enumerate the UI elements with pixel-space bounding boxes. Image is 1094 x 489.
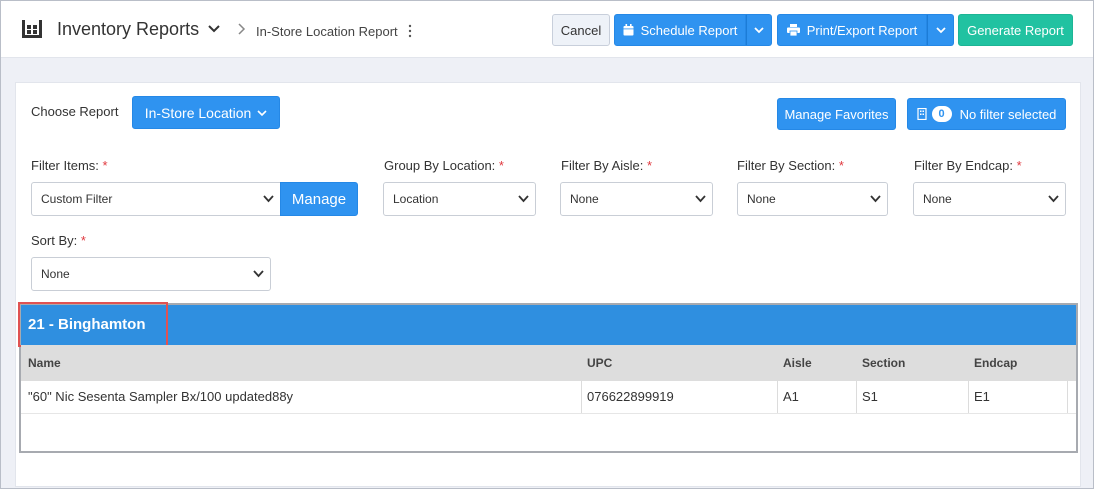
highlight-annotation bbox=[18, 302, 168, 347]
location-header: 21 - Binghamton bbox=[18, 302, 1076, 347]
column-divider bbox=[581, 381, 582, 413]
column-divider bbox=[1067, 381, 1068, 413]
generate-report-button[interactable]: Generate Report bbox=[958, 14, 1073, 46]
required-mark: * bbox=[1016, 158, 1022, 173]
group-by-location-label-text: Group By Location: bbox=[384, 158, 496, 173]
group-by-location-value: Location bbox=[393, 192, 439, 206]
manage-filter-button[interactable]: Manage bbox=[280, 182, 358, 216]
required-mark: * bbox=[498, 158, 504, 173]
print-export-dropdown[interactable] bbox=[927, 14, 954, 46]
report-card: Choose Report In-Store Location Manage F… bbox=[15, 82, 1081, 487]
choose-report-label: Choose Report bbox=[31, 104, 119, 119]
column-header-name[interactable]: Name bbox=[28, 356, 61, 370]
table-header: Name UPC Aisle Section Endcap bbox=[21, 345, 1076, 381]
cell-upc: 076622899919 bbox=[587, 389, 674, 404]
column-divider bbox=[777, 381, 778, 413]
filter-by-endcap-label-text: Filter By Endcap: bbox=[914, 158, 1013, 173]
choose-report-dropdown[interactable]: In-Store Location bbox=[132, 96, 280, 129]
printer-icon bbox=[786, 24, 800, 36]
filter-by-aisle-select[interactable]: None bbox=[560, 182, 713, 216]
cell-aisle: A1 bbox=[783, 389, 799, 404]
required-mark: * bbox=[80, 233, 86, 248]
chevron-down-icon bbox=[870, 195, 881, 203]
location-group: 21 - Binghamton Name UPC Aisle Section E… bbox=[18, 302, 1078, 453]
filter-status-label: No filter selected bbox=[959, 106, 1057, 122]
column-header-aisle[interactable]: Aisle bbox=[783, 356, 812, 370]
required-mark: * bbox=[102, 158, 108, 173]
filter-status-button[interactable]: 0 No filter selected bbox=[907, 98, 1066, 130]
table-row[interactable]: "60" Nic Sesenta Sampler Bx/100 updated8… bbox=[21, 381, 1076, 413]
filter-by-endcap-label: Filter By Endcap: * bbox=[914, 158, 1022, 173]
sort-by-select[interactable]: None bbox=[31, 257, 271, 291]
warehouse-icon bbox=[22, 20, 42, 38]
filter-by-aisle-label: Filter By Aisle: * bbox=[561, 158, 652, 173]
manage-favorites-button[interactable]: Manage Favorites bbox=[777, 98, 896, 130]
chevron-down-icon bbox=[263, 195, 274, 203]
top-header: Inventory Reports In-Store Location Repo… bbox=[1, 1, 1093, 58]
chevron-down-icon[interactable] bbox=[207, 23, 221, 35]
manage-favorites-label: Manage Favorites bbox=[784, 106, 889, 122]
cell-endcap: E1 bbox=[974, 389, 990, 404]
filter-by-section-select[interactable]: None bbox=[737, 182, 888, 216]
sort-by-label: Sort By: * bbox=[31, 233, 86, 248]
chevron-down-icon bbox=[1048, 195, 1059, 203]
cancel-button[interactable]: Cancel bbox=[552, 14, 610, 46]
filter-building-icon bbox=[916, 108, 927, 120]
required-mark: * bbox=[646, 158, 653, 173]
generate-report-label: Generate Report bbox=[967, 22, 1064, 38]
chevron-down-icon bbox=[935, 27, 946, 34]
row-divider bbox=[21, 413, 1076, 414]
column-header-section[interactable]: Section bbox=[862, 356, 905, 370]
filter-by-endcap-select[interactable]: None bbox=[913, 182, 1066, 216]
chevron-down-icon bbox=[754, 27, 764, 34]
chevron-down-icon bbox=[257, 109, 267, 116]
chevron-down-icon bbox=[253, 270, 264, 278]
filter-by-section-value: None bbox=[747, 192, 776, 206]
choose-report-value: In-Store Location bbox=[144, 104, 252, 121]
breadcrumb[interactable]: In-Store Location Report bbox=[256, 24, 398, 39]
filter-by-section-label-text: Filter By Section: bbox=[737, 158, 836, 173]
required-mark: * bbox=[838, 158, 844, 173]
filter-by-aisle-label-text: Filter By Aisle: bbox=[561, 158, 644, 173]
kebab-icon[interactable] bbox=[407, 23, 413, 39]
calendar-icon bbox=[623, 24, 634, 36]
print-export-label: Print/Export Report bbox=[806, 22, 918, 38]
sort-by-value: None bbox=[41, 267, 70, 281]
schedule-report-dropdown[interactable] bbox=[746, 14, 772, 46]
cell-section: S1 bbox=[862, 389, 878, 404]
column-header-upc[interactable]: UPC bbox=[587, 356, 612, 370]
filter-items-label: Filter Items: * bbox=[31, 158, 108, 173]
chevron-down-icon bbox=[518, 195, 529, 203]
cell-name: "60" Nic Sesenta Sampler Bx/100 updated8… bbox=[28, 389, 294, 404]
cancel-button-label: Cancel bbox=[560, 22, 602, 38]
group-by-location-label: Group By Location: * bbox=[384, 158, 504, 173]
group-by-location-select[interactable]: Location bbox=[383, 182, 536, 216]
sort-by-label-text: Sort By: bbox=[31, 233, 78, 248]
manage-filter-label: Manage bbox=[291, 190, 347, 208]
chevron-right-icon bbox=[238, 23, 246, 35]
chevron-down-icon bbox=[695, 195, 706, 203]
print-export-button[interactable]: Print/Export Report bbox=[777, 14, 927, 46]
column-header-endcap[interactable]: Endcap bbox=[974, 356, 1017, 370]
schedule-report-label: Schedule Report bbox=[640, 22, 738, 38]
filter-by-aisle-value: None bbox=[570, 192, 599, 206]
filter-count-badge: 0 bbox=[931, 106, 952, 122]
filter-items-label-text: Filter Items: bbox=[31, 158, 99, 173]
column-divider bbox=[856, 381, 857, 413]
filter-by-endcap-value: None bbox=[923, 192, 952, 206]
schedule-report-button[interactable]: Schedule Report bbox=[614, 14, 746, 46]
filter-items-select[interactable]: Custom Filter bbox=[31, 182, 281, 216]
filter-by-section-label: Filter By Section: * bbox=[737, 158, 844, 173]
app-title: Inventory Reports bbox=[57, 19, 200, 39]
column-divider bbox=[968, 381, 969, 413]
filter-items-value: Custom Filter bbox=[41, 192, 113, 206]
